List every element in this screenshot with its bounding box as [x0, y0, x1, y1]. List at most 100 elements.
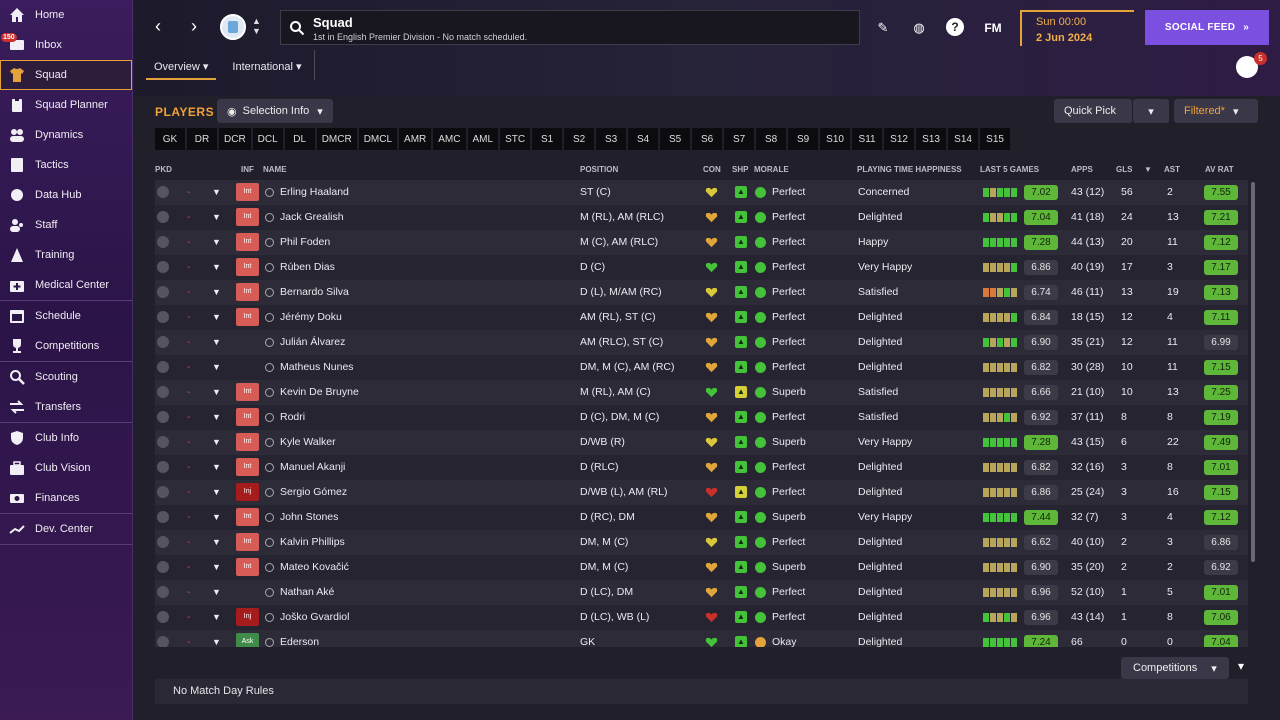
player-name[interactable]: John Stones	[265, 505, 338, 530]
sidebar-item-tactics[interactable]: Tactics	[0, 150, 132, 180]
position-filter-s14[interactable]: S14	[948, 128, 979, 150]
picked-toggle-icon[interactable]	[157, 436, 169, 448]
club-up-down-icon[interactable]: ▲ ▼	[252, 16, 261, 36]
col-inf[interactable]: INF	[241, 165, 254, 174]
row-menu-chevron-icon[interactable]: ▼	[212, 380, 221, 405]
player-name[interactable]: Rodri	[265, 405, 305, 430]
club-crest-icon[interactable]	[220, 14, 246, 40]
table-row[interactable]: - ▼ Ask Ederson GK ▲ Okay Delighted 7.24 66 0 0 7.04	[155, 630, 1248, 647]
position-filter-dmcl[interactable]: DMCL	[358, 128, 398, 150]
info-tag[interactable]: Int	[236, 558, 259, 576]
row-menu-chevron-icon[interactable]: ▼	[212, 605, 221, 630]
fm-menu-icon[interactable]: FM	[980, 18, 1006, 38]
position-filter-s2[interactable]: S2	[564, 128, 595, 150]
table-row[interactable]: - ▼ Int Phil Foden M (C), AM (RLC) ▲ Perfect Ha…	[155, 230, 1248, 255]
row-menu-chevron-icon[interactable]: ▼	[212, 255, 221, 280]
sidebar-item-squad-planner[interactable]: Squad Planner	[0, 90, 132, 120]
table-scrollbar[interactable]	[1251, 182, 1255, 562]
col-apps[interactable]: APPS	[1071, 165, 1093, 174]
row-menu-chevron-icon[interactable]: ▼	[212, 530, 221, 555]
sidebar-item-scouting[interactable]: Scouting	[0, 362, 132, 392]
sidebar-item-transfers[interactable]: Transfers	[0, 392, 132, 422]
player-name[interactable]: Joško Gvardiol	[265, 605, 349, 630]
sidebar-item-inbox[interactable]: Inbox 150	[0, 30, 132, 60]
info-tag[interactable]: Inj	[236, 483, 259, 501]
info-tag[interactable]: Ask	[236, 633, 259, 647]
info-tag[interactable]: Int	[236, 433, 259, 451]
sidebar-item-training[interactable]: Training	[0, 240, 132, 270]
row-menu-chevron-icon[interactable]: ▼	[212, 455, 221, 480]
table-row[interactable]: - ▼ Int John Stones D (RC), DM ▲ Superb Very Ha…	[155, 505, 1248, 530]
row-menu-chevron-icon[interactable]: ▼	[212, 305, 221, 330]
picked-toggle-icon[interactable]	[157, 611, 169, 623]
position-filter-s15[interactable]: S15	[980, 128, 1011, 150]
quick-pick-button[interactable]: Quick Pick	[1054, 99, 1132, 123]
row-menu-chevron-icon[interactable]: ▼	[212, 505, 221, 530]
position-filter-aml[interactable]: AML	[467, 128, 499, 150]
table-row[interactable]: - ▼ Inj Joško Gvardiol D (LC), WB (L) ▲ Perfec…	[155, 605, 1248, 630]
table-row[interactable]: - ▼ Int Rúben Dias D (C) ▲ Perfect Very Happy 6.…	[155, 255, 1248, 280]
col-position[interactable]: POSITION	[580, 165, 618, 174]
col-gls[interactable]: GLS	[1116, 165, 1132, 174]
position-filter-s9[interactable]: S9	[788, 128, 819, 150]
sidebar-item-home[interactable]: Home	[0, 0, 132, 30]
help-icon[interactable]: ?	[946, 18, 966, 38]
row-menu-chevron-icon[interactable]: ▼	[212, 330, 221, 355]
position-filter-gk[interactable]: GK	[155, 128, 185, 150]
table-row[interactable]: - ▼ Int Mateo Kovačić DM, M (C) ▲ Superb Deligh…	[155, 555, 1248, 580]
table-row[interactable]: - ▼ Int Bernardo Silva D (L), M/AM (RC) ▲ Perf…	[155, 280, 1248, 305]
tab-overview[interactable]: Overview ▾	[146, 56, 217, 80]
position-filter-dcr[interactable]: DCR	[219, 128, 251, 150]
picked-toggle-icon[interactable]	[157, 586, 169, 598]
player-name[interactable]: Ederson	[265, 630, 319, 647]
tab-international[interactable]: International ▾	[224, 56, 309, 80]
col-av-rat[interactable]: AV RAT	[1205, 165, 1234, 174]
competitions-dropdown[interactable]: Competitions ▾	[1121, 657, 1229, 679]
row-menu-chevron-icon[interactable]: ▼	[212, 580, 221, 605]
row-menu-chevron-icon[interactable]: ▼	[212, 355, 221, 380]
player-name[interactable]: Bernardo Silva	[265, 280, 349, 305]
row-menu-chevron-icon[interactable]: ▼	[212, 555, 221, 580]
sort-desc-icon[interactable]: ▼	[1144, 165, 1152, 174]
position-filter-s10[interactable]: S10	[820, 128, 851, 150]
selection-info-dropdown[interactable]: ◉ Selection Info ▾	[217, 99, 333, 123]
player-name[interactable]: Manuel Akanji	[265, 455, 345, 480]
picked-toggle-icon[interactable]	[157, 536, 169, 548]
position-filter-s13[interactable]: S13	[916, 128, 947, 150]
picked-toggle-icon[interactable]	[157, 636, 169, 647]
info-tag[interactable]: Inj	[236, 608, 259, 626]
table-row[interactable]: - ▼ Int Rodri D (C), DM, M (C) ▲ Perfect Satisf…	[155, 405, 1248, 430]
picked-toggle-icon[interactable]	[157, 186, 169, 198]
position-filter-s11[interactable]: S11	[852, 128, 883, 150]
position-filter-dl[interactable]: DL	[284, 128, 315, 150]
table-row[interactable]: - ▼ Inj Sergio Gómez D/WB (L), AM (RL) ▲ Perfe…	[155, 480, 1248, 505]
table-row[interactable]: - ▼ Int Jérémy Doku AM (RL), ST (C) ▲ Perfect D…	[155, 305, 1248, 330]
picked-toggle-icon[interactable]	[157, 561, 169, 573]
player-name[interactable]: Jack Grealish	[265, 205, 344, 230]
player-name[interactable]: Jérémy Doku	[265, 305, 342, 330]
position-filter-s7[interactable]: S7	[724, 128, 755, 150]
table-row[interactable]: - ▼ Int Jack Grealish M (RL), AM (RLC) ▲ Perfe…	[155, 205, 1248, 230]
position-filter-s6[interactable]: S6	[692, 128, 723, 150]
position-filter-stc[interactable]: STC	[500, 128, 531, 150]
table-row[interactable]: - ▼ Int Kalvin Phillips DM, M (C) ▲ Perfect Del…	[155, 530, 1248, 555]
position-filter-amc[interactable]: AMC	[433, 128, 466, 150]
position-filter-s1[interactable]: S1	[532, 128, 563, 150]
page-search-box[interactable]: Squad 1st in English Premier Division - …	[280, 10, 860, 45]
position-filter-dmcr[interactable]: DMCR	[316, 128, 357, 150]
player-name[interactable]: Kyle Walker	[265, 430, 336, 455]
info-tag[interactable]: Int	[236, 533, 259, 551]
picked-toggle-icon[interactable]	[157, 261, 169, 273]
quick-pick-dropdown-icon[interactable]: ▾	[1133, 99, 1169, 123]
col-con[interactable]: CON	[703, 165, 721, 174]
position-filter-s8[interactable]: S8	[756, 128, 787, 150]
player-name[interactable]: Rúben Dias	[265, 255, 335, 280]
back-arrow-icon[interactable]: ‹	[148, 16, 168, 38]
col-last5[interactable]: LAST 5 GAMES	[980, 165, 1039, 174]
row-menu-chevron-icon[interactable]: ▼	[212, 280, 221, 305]
picked-toggle-icon[interactable]	[157, 511, 169, 523]
picked-toggle-icon[interactable]	[157, 286, 169, 298]
player-name[interactable]: Kalvin Phillips	[265, 530, 345, 555]
picked-toggle-icon[interactable]	[157, 361, 169, 373]
info-tag[interactable]: Int	[236, 508, 259, 526]
